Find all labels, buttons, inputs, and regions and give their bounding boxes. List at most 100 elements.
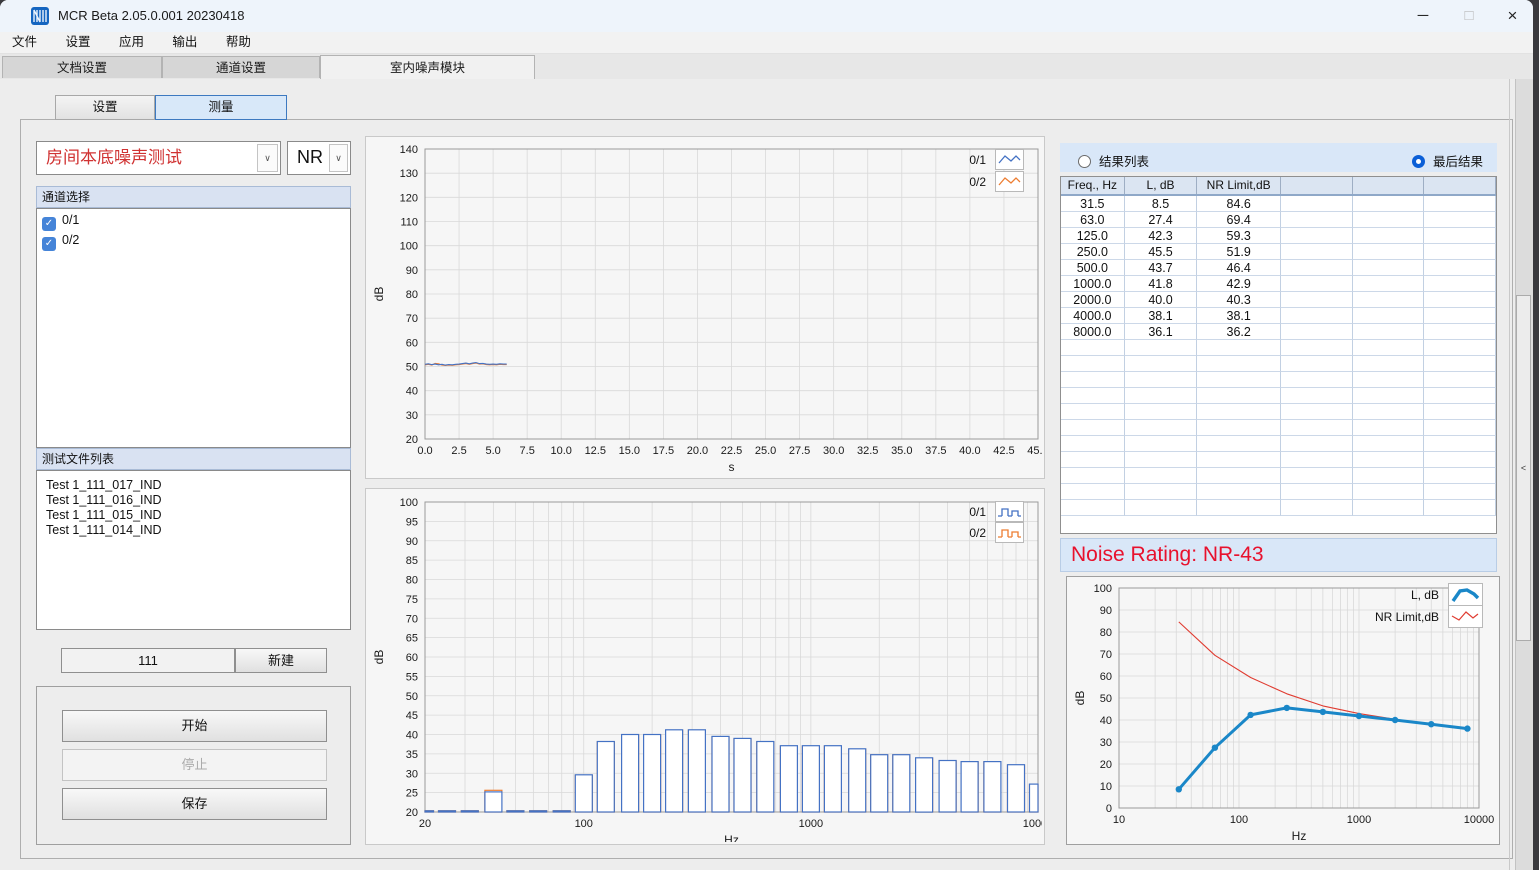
svg-text:120: 120 <box>400 192 418 204</box>
table-cell: 36.2 <box>1197 324 1281 340</box>
menu-apply[interactable]: 应用 <box>107 32 156 53</box>
svg-text:22.5: 22.5 <box>721 445 742 457</box>
spectrum-plot: 2025303540455055606570758085909510020100… <box>366 489 1044 844</box>
svg-text:10000: 10000 <box>1023 818 1042 830</box>
list-item[interactable]: Test 1_111_014_IND <box>37 523 350 538</box>
table-cell <box>1197 388 1281 404</box>
table-cell <box>1424 388 1496 404</box>
minimize-button[interactable]: ─ <box>1400 0 1446 32</box>
menu-output[interactable]: 输出 <box>160 32 209 53</box>
tab-document-settings[interactable]: 文档设置 <box>2 56 162 78</box>
table-cell <box>1281 196 1353 212</box>
radio-unselected-icon[interactable] <box>1078 155 1091 168</box>
svg-text:35.0: 35.0 <box>891 445 912 457</box>
table-cell <box>1061 356 1125 372</box>
table-cell <box>1353 436 1425 452</box>
line-sample-icon <box>995 149 1024 170</box>
radio-selected-icon[interactable] <box>1412 155 1425 168</box>
table-cell: 38.1 <box>1197 308 1281 324</box>
table-cell <box>1061 484 1125 500</box>
table-row <box>1061 484 1496 500</box>
table-cell <box>1197 372 1281 388</box>
subtab-settings[interactable]: 设置 <box>55 95 155 120</box>
legend-item: NR Limit,dB <box>1375 606 1483 627</box>
table-cell: 250.0 <box>1061 244 1125 260</box>
app-window: MCR Beta 2.05.0.001 20230418 ─ □ × 文件 设置… <box>0 0 1533 870</box>
subtab-measure[interactable]: 测量 <box>155 95 287 120</box>
table-cell <box>1281 276 1353 292</box>
table-cell <box>1424 276 1496 292</box>
svg-text:30: 30 <box>406 768 418 780</box>
channel-label: 0/2 <box>62 233 79 247</box>
table-cell <box>1281 356 1353 372</box>
table-row[interactable]: 63.027.469.4 <box>1061 212 1496 228</box>
table-row <box>1061 404 1496 420</box>
test-name-combobox[interactable]: 房间本底噪声测试 ∨ <box>36 141 281 175</box>
list-item[interactable]: Test 1_111_015_IND <box>37 508 350 523</box>
channel-item[interactable]: ✓0/1 <box>37 212 350 229</box>
table-row[interactable]: 4000.038.138.1 <box>1061 308 1496 324</box>
list-item[interactable]: Test 1_111_016_IND <box>37 493 350 508</box>
svg-text:140: 140 <box>400 144 418 156</box>
table-row[interactable]: 1000.041.842.9 <box>1061 276 1496 292</box>
chevron-down-icon[interactable]: ∨ <box>257 144 278 172</box>
collapse-panel-handle[interactable]: < <box>1516 295 1531 641</box>
svg-text:40: 40 <box>406 730 418 742</box>
noise-rating-banner: Noise Rating: NR-43 <box>1060 538 1497 572</box>
table-cell <box>1281 420 1353 436</box>
table-cell <box>1424 356 1496 372</box>
svg-text:70: 70 <box>1100 649 1112 661</box>
svg-text:85: 85 <box>406 555 418 567</box>
chevron-down-icon[interactable]: ∨ <box>329 144 348 172</box>
desktop-edge <box>1533 0 1539 870</box>
table-cell <box>1281 324 1353 340</box>
save-button[interactable]: 保存 <box>62 788 327 820</box>
table-cell: 36.1 <box>1125 324 1198 340</box>
close-button[interactable]: × <box>1492 0 1533 32</box>
menu-settings[interactable]: 设置 <box>53 32 102 53</box>
table-cell <box>1353 308 1425 324</box>
table-cell: 38.1 <box>1125 308 1198 324</box>
table-header-cell: Freq., Hz <box>1061 177 1125 194</box>
tab-room-noise-module[interactable]: 室内噪声模块 <box>320 55 535 79</box>
minimize-icon: ─ <box>1418 7 1429 24</box>
table-header-row: Freq., HzL, dBNR Limit,dB <box>1061 177 1496 196</box>
rating-type-combobox[interactable]: NR ∨ <box>287 141 351 175</box>
table-row[interactable]: 500.043.746.4 <box>1061 260 1496 276</box>
maximize-button[interactable]: □ <box>1446 0 1492 32</box>
table-cell <box>1125 372 1198 388</box>
table-row <box>1061 388 1496 404</box>
radio-last-result[interactable]: 最后结果 <box>1412 151 1483 171</box>
rating-type-value: NR <box>297 142 323 173</box>
start-button[interactable]: 开始 <box>62 710 327 742</box>
svg-text:40: 40 <box>406 386 418 398</box>
channel-item[interactable]: ✓ 0/2 <box>37 232 350 249</box>
table-cell <box>1281 308 1353 324</box>
session-name-input[interactable] <box>61 648 235 673</box>
table-cell <box>1061 468 1125 484</box>
table-row[interactable]: 8000.036.136.2 <box>1061 324 1496 340</box>
checkbox-checked-icon[interactable]: ✓ <box>42 237 56 251</box>
tab-channel-settings[interactable]: 通道设置 <box>162 56 320 78</box>
checkbox-checked-icon[interactable]: ✓ <box>42 217 56 231</box>
table-cell <box>1353 388 1425 404</box>
table-cell <box>1424 468 1496 484</box>
table-cell <box>1281 212 1353 228</box>
time-history-plot: 20304050607080901001101201301400.02.55.0… <box>366 137 1044 478</box>
table-cell <box>1353 260 1425 276</box>
table-row[interactable]: 31.58.584.6 <box>1061 196 1496 212</box>
table-cell <box>1424 340 1496 356</box>
new-button[interactable]: 新建 <box>235 648 327 673</box>
table-row[interactable]: 2000.040.040.3 <box>1061 292 1496 308</box>
table-cell <box>1424 500 1496 516</box>
table-row[interactable]: 250.045.551.9 <box>1061 244 1496 260</box>
table-cell <box>1424 420 1496 436</box>
menu-help[interactable]: 帮助 <box>214 32 263 53</box>
svg-text:90: 90 <box>406 265 418 277</box>
table-cell <box>1281 436 1353 452</box>
menu-file[interactable]: 文件 <box>0 32 49 53</box>
table-cell <box>1424 260 1496 276</box>
list-item[interactable]: Test 1_111_017_IND <box>37 478 350 493</box>
radio-result-list[interactable]: 结果列表 <box>1078 151 1149 171</box>
table-row[interactable]: 125.042.359.3 <box>1061 228 1496 244</box>
